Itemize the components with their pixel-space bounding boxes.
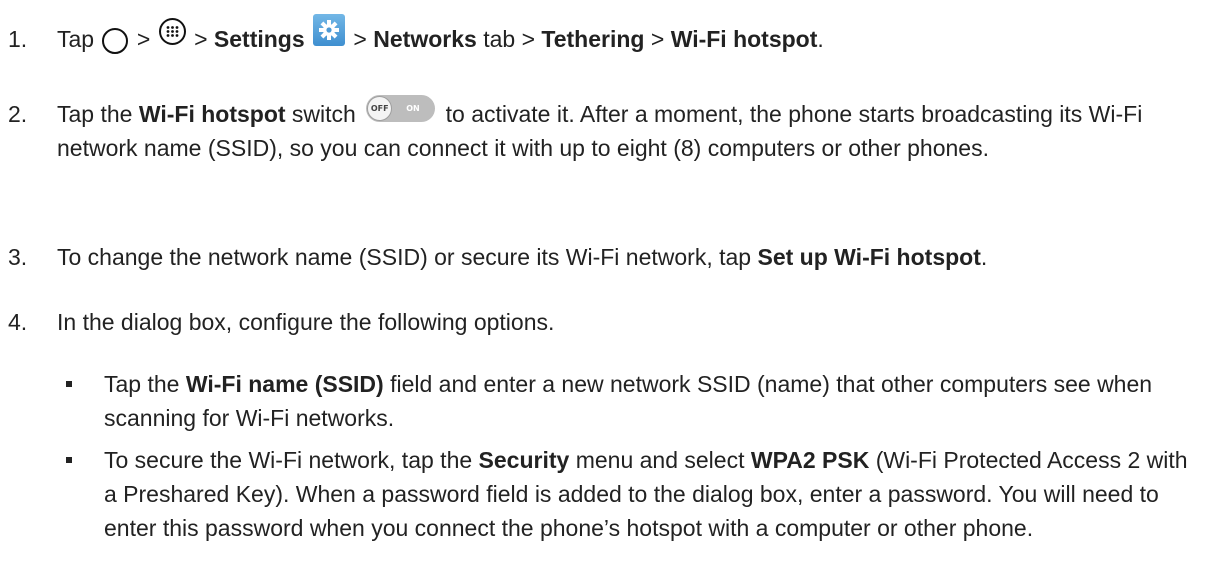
wifi-hotspot-label: Wi-Fi hotspot — [670, 26, 818, 52]
step-number: 2. — [8, 101, 28, 127]
settings-gear-icon — [313, 13, 346, 46]
tethering-label: Tethering — [541, 26, 645, 52]
bullet-text: To secure the Wi-Fi network, tap the Sec… — [104, 447, 1188, 541]
bullet-text: Tap the Wi-Fi name (SSID) field and ente… — [104, 371, 1153, 431]
toggle-off-label: OFF — [367, 96, 393, 122]
apps-icon — [158, 18, 186, 46]
step-number: 4. — [8, 309, 28, 335]
step-text: To change the network name (SSID) or sec… — [57, 244, 988, 270]
step-number: 1. — [8, 26, 28, 52]
bullet-icon — [66, 457, 72, 463]
toggle-switch-icon: OFF ON — [366, 95, 436, 123]
step-text: In the dialog box, configure the followi… — [57, 309, 555, 335]
home-circle-icon — [102, 27, 129, 54]
step-text: Tap the Wi-Fi hotspot switch OFF ON to ac… — [57, 95, 1200, 165]
networks-label: Networks — [373, 26, 477, 52]
toggle-on-label: ON — [406, 104, 420, 114]
settings-label: Settings — [213, 26, 305, 52]
step-number: 3. — [8, 244, 28, 270]
step-text: Tap > > Settings > Networks tab > Tether… — [57, 13, 1200, 57]
bullet-icon — [66, 381, 72, 387]
